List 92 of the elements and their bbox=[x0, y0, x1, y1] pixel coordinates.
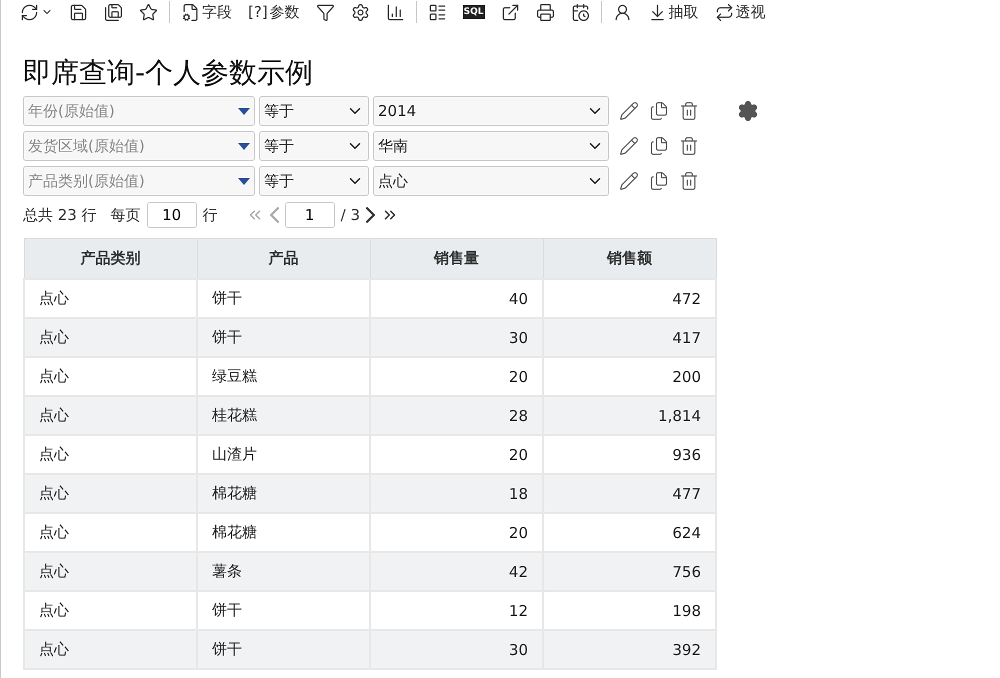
refresh-icon bbox=[20, 2, 39, 22]
table-cell: 饼干 bbox=[197, 630, 370, 669]
table-cell: 棉花糖 bbox=[197, 513, 370, 552]
layout-icon bbox=[428, 2, 447, 22]
settings-icon[interactable] bbox=[737, 100, 759, 122]
table-cell: 1,814 bbox=[543, 396, 716, 435]
save-as-icon bbox=[104, 2, 123, 22]
table-cell: 28 bbox=[370, 396, 543, 435]
table-cell: 点心 bbox=[24, 552, 197, 591]
table-cell: 20 bbox=[370, 435, 543, 474]
calendar-clock-icon bbox=[570, 2, 590, 22]
caret-icon bbox=[238, 108, 250, 114]
user-icon bbox=[612, 2, 632, 22]
column-header[interactable]: 销售额 bbox=[543, 238, 716, 279]
document-gear-icon bbox=[181, 2, 200, 22]
table-cell: 饼干 bbox=[197, 279, 370, 318]
table-cell: 点心 bbox=[24, 396, 197, 435]
page-title: 即席查询-个人参数示例 bbox=[23, 55, 314, 91]
table-cell: 棉花糖 bbox=[197, 474, 370, 513]
table-cell: 30 bbox=[370, 630, 543, 669]
param-button[interactable]: [?]参数 bbox=[243, 0, 305, 24]
operator-dropdown[interactable]: 等于 bbox=[259, 166, 369, 196]
star-icon bbox=[139, 2, 158, 22]
next-page-icon bbox=[366, 207, 375, 223]
table-cell: 12 bbox=[370, 591, 543, 630]
page-count-text: / 3 bbox=[340, 206, 360, 224]
delete-icon[interactable] bbox=[679, 136, 699, 156]
save-icon bbox=[69, 2, 88, 22]
swap-icon bbox=[714, 2, 734, 22]
delete-icon[interactable] bbox=[679, 101, 699, 121]
page-size-input[interactable]: 10 bbox=[146, 202, 197, 228]
table-cell: 472 bbox=[543, 279, 716, 318]
table-cell: 山渣片 bbox=[197, 435, 370, 474]
table-cell: 200 bbox=[543, 357, 716, 396]
table-cell: 饼干 bbox=[197, 318, 370, 357]
table-cell: 点心 bbox=[24, 279, 197, 318]
column-header[interactable]: 产品 bbox=[197, 238, 370, 279]
value-dropdown[interactable]: 2014 bbox=[373, 96, 609, 126]
caret-icon bbox=[238, 142, 250, 150]
pivot-button[interactable]: 透视 bbox=[710, 0, 771, 24]
table-cell: 点心 bbox=[24, 318, 197, 357]
table-cell: 30 bbox=[370, 318, 543, 357]
page-number-input[interactable]: 1 bbox=[284, 202, 335, 228]
edit-icon[interactable] bbox=[619, 136, 639, 156]
table-cell: 18 bbox=[370, 474, 543, 513]
value-dropdown[interactable]: 华南 bbox=[373, 131, 609, 161]
bar-chart-icon bbox=[386, 2, 405, 22]
field-button[interactable]: 字段 bbox=[176, 0, 237, 24]
table-cell: 饼干 bbox=[197, 591, 370, 630]
previous-page-icon bbox=[270, 207, 279, 223]
table-cell: 198 bbox=[543, 591, 716, 630]
value-dropdown[interactable]: 点心 bbox=[373, 166, 609, 196]
table-cell: 40 bbox=[370, 279, 543, 318]
copy-settings-icon[interactable] bbox=[649, 171, 669, 191]
table-cell: 936 bbox=[543, 435, 716, 474]
operator-dropdown[interactable]: 等于 bbox=[259, 96, 369, 126]
table-cell: 点心 bbox=[24, 435, 197, 474]
copy-settings-icon[interactable] bbox=[649, 101, 669, 121]
filter-icon bbox=[316, 2, 335, 22]
column-header[interactable]: 销售量 bbox=[370, 238, 543, 279]
table-cell: 624 bbox=[543, 513, 716, 552]
operator-dropdown[interactable]: 等于 bbox=[259, 131, 369, 161]
table-cell: 薯条 bbox=[197, 552, 370, 591]
table-cell: 桂花糕 bbox=[197, 396, 370, 435]
export-icon bbox=[500, 2, 520, 22]
table-cell: 42 bbox=[370, 552, 543, 591]
table-cell: 477 bbox=[543, 474, 716, 513]
copy-settings-icon[interactable] bbox=[649, 136, 669, 156]
table-cell: 20 bbox=[370, 357, 543, 396]
table-cell: 点心 bbox=[24, 591, 197, 630]
extract-button[interactable]: 抽取 bbox=[642, 0, 704, 24]
table-cell: 点心 bbox=[24, 474, 197, 513]
table-cell: 20 bbox=[370, 513, 543, 552]
table-cell: 点心 bbox=[24, 357, 197, 396]
total-rows-text: 总共 23 行 bbox=[23, 206, 97, 224]
table-cell: 417 bbox=[543, 318, 716, 357]
settings-icon bbox=[350, 2, 370, 22]
table-cell: 点心 bbox=[24, 630, 197, 669]
table-cell: 点心 bbox=[24, 513, 197, 552]
sql-button[interactable]: SQL bbox=[458, 0, 490, 24]
column-header[interactable]: 产品类别 bbox=[24, 238, 197, 279]
delete-icon[interactable] bbox=[679, 171, 699, 191]
caret-icon bbox=[238, 178, 250, 184]
table-cell: 756 bbox=[543, 552, 716, 591]
rows-unit-label: 行 bbox=[202, 206, 218, 224]
print-icon bbox=[536, 2, 555, 22]
edit-icon[interactable] bbox=[619, 101, 639, 121]
edit-icon[interactable] bbox=[619, 171, 639, 191]
next-page-button[interactable] bbox=[366, 207, 375, 223]
per-page-label: 每页 bbox=[110, 206, 141, 224]
table-cell: 绿豆糕 bbox=[197, 357, 370, 396]
table-cell: 392 bbox=[543, 630, 716, 669]
